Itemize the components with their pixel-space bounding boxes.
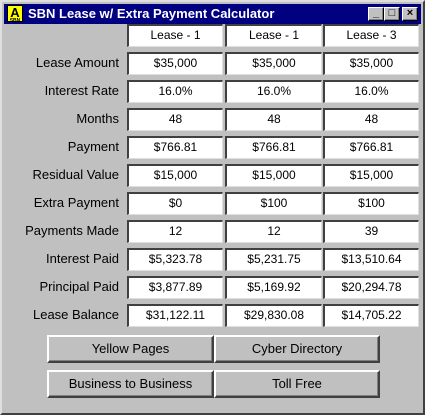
row-label: Extra Payment [33,195,119,210]
row-label: Principal Paid [39,279,120,294]
value-field[interactable]: 16.0% [323,80,419,103]
value-field[interactable]: $29,830.08 [225,304,322,327]
calculator-window: A SBN SBN Lease w/ Extra Payment Calcula… [0,0,425,415]
value-field[interactable]: $35,000 [127,52,223,75]
row-label: Payment [67,139,119,154]
app-icon[interactable]: A SBN [7,5,23,24]
value-field[interactable]: $14,705.22 [323,304,419,327]
row-label: Payments Made [25,223,119,238]
value-field[interactable]: $35,000 [323,52,419,75]
cyber-directory-button[interactable]: Cyber Directory [214,335,380,363]
toll-free-button[interactable]: Toll Free [214,370,380,398]
value-field[interactable]: 39 [323,220,419,243]
value-field[interactable]: $5,169.92 [225,276,322,299]
value-field[interactable]: 48 [127,108,223,131]
title-bar[interactable]: A SBN SBN Lease w/ Extra Payment Calcula… [4,4,421,24]
value-field[interactable]: 48 [225,108,322,131]
value-field[interactable]: $15,000 [323,164,419,187]
value-field[interactable]: $0 [127,192,223,215]
minimize-icon: _ [372,7,380,19]
row-label: Lease Balance [32,307,119,322]
value-field[interactable]: $100 [323,192,419,215]
value-field[interactable]: $3,877.89 [127,276,223,299]
row-label: Residual Value [32,167,119,182]
value-field[interactable]: $35,000 [225,52,322,75]
value-field[interactable]: $766.81 [323,136,419,159]
value-field[interactable]: $100 [225,192,322,215]
maximize-icon: □ [388,7,396,19]
column-header-2: Lease - 1 [225,24,322,47]
value-field[interactable]: $13,510.64 [323,248,419,271]
value-field[interactable]: 16.0% [225,80,322,103]
maximize-button[interactable]: □ [384,7,400,21]
app-icon-sub: SBN [9,18,21,24]
value-field[interactable]: $15,000 [225,164,322,187]
row-label: Interest Rate [44,83,119,98]
column-header-1: Lease - 1 [127,24,223,47]
row-label: Months [76,111,119,126]
minimize-button[interactable]: _ [368,7,384,21]
yellow-pages-button[interactable]: Yellow Pages [47,335,214,363]
close-icon: × [406,7,414,19]
value-field[interactable]: $5,231.75 [225,248,322,271]
window-title: SBN Lease w/ Extra Payment Calculator [28,6,275,21]
value-field[interactable]: $5,323.78 [127,248,223,271]
value-field[interactable]: $766.81 [127,136,223,159]
value-field[interactable]: 48 [323,108,419,131]
value-field[interactable]: 12 [127,220,223,243]
value-field[interactable]: $31,122.11 [127,304,223,327]
row-label: Interest Paid [46,251,119,266]
value-field[interactable]: 16.0% [127,80,223,103]
value-field[interactable]: $15,000 [127,164,223,187]
column-header-3: Lease - 3 [323,24,419,47]
business-to-business-button[interactable]: Business to Business [47,370,214,398]
row-label: Lease Amount [35,55,119,70]
value-field[interactable]: $766.81 [225,136,322,159]
close-button[interactable]: × [402,7,418,21]
value-field[interactable]: 12 [225,220,322,243]
value-field[interactable]: $20,294.78 [323,276,419,299]
